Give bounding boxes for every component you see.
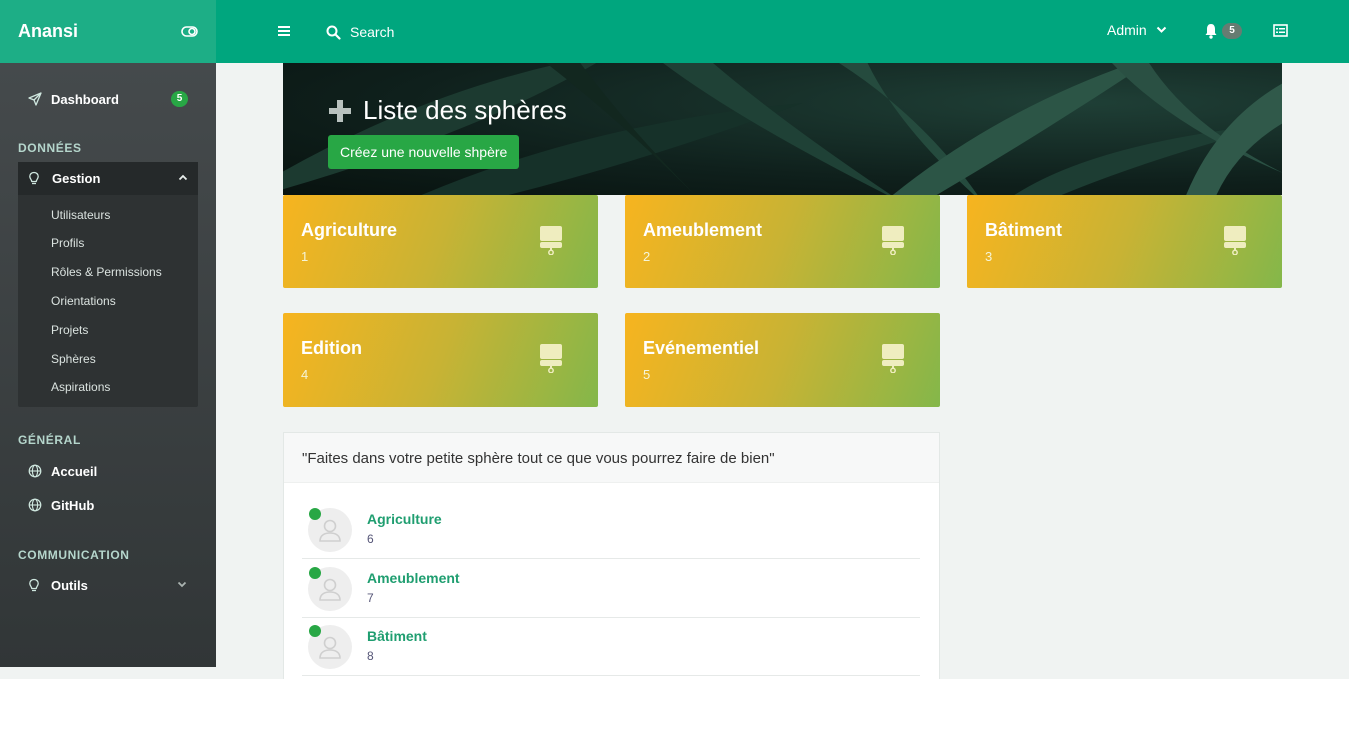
drive-icon (540, 344, 562, 373)
lightbulb-icon (29, 578, 39, 591)
page-banner: Liste des sphères Créez une nouvelle shp… (283, 63, 1282, 195)
chevron-up-icon (178, 174, 188, 181)
search-label: Search (350, 24, 395, 40)
section-heading-general: GÉNÉRAL (18, 433, 81, 447)
create-sphere-button[interactable]: Créez une nouvelle shpère (328, 135, 520, 169)
user-menu[interactable]: Admin (1107, 22, 1167, 38)
panel-header: "Faites dans votre petite sphère tout ce… (284, 433, 939, 483)
sphere-card[interactable]: Edition 4 (283, 313, 598, 407)
card-title: Bâtiment (985, 220, 1063, 240)
panel-quote: "Faites dans votre petite sphère tout ce… (302, 450, 775, 467)
sphere-card[interactable]: Bâtiment 3 (967, 195, 1282, 288)
online-status-dot (309, 625, 321, 637)
user-name: Admin (1107, 22, 1147, 38)
globe-icon (28, 498, 42, 512)
notification-badge: 5 (1222, 23, 1242, 39)
sphere-card[interactable]: Evénementiel 5 (625, 313, 940, 407)
page-title-text: Liste des sphères (363, 95, 567, 125)
sidebar-item-accueil[interactable]: Accueil (28, 461, 198, 481)
brand-area: Anansi (0, 0, 216, 63)
dashboard-badge: 5 (171, 91, 188, 107)
card-title: Edition (301, 338, 362, 358)
sidebar-item-github[interactable]: GitHub (28, 495, 198, 515)
chevron-down-icon (1156, 26, 1166, 33)
sidebar-item-label: Outils (51, 577, 88, 593)
sidebar-item-label: Accueil (51, 463, 98, 479)
list-icon[interactable] (1273, 24, 1288, 37)
search-button[interactable]: Search (326, 21, 394, 43)
user-icon (319, 578, 341, 601)
list-item-count: 8 (367, 649, 374, 663)
sidebar-subitem-projets[interactable]: Projets (51, 323, 88, 337)
card-count: 5 (643, 367, 651, 382)
card-title: Evénementiel (643, 338, 760, 358)
list-item[interactable]: Bâtiment 8 (302, 618, 920, 676)
user-icon (319, 519, 341, 542)
sidebar-item-outils[interactable]: Outils (28, 575, 198, 595)
online-status-dot (309, 567, 321, 579)
chevron-down-icon (177, 581, 187, 588)
notifications-button[interactable]: 5 (1204, 23, 1242, 39)
lightbulb-icon (29, 171, 39, 185)
globe-icon (28, 464, 42, 478)
bell-icon (1205, 24, 1217, 39)
list-item[interactable]: Ameublement 7 (302, 560, 920, 618)
drive-icon (1224, 226, 1246, 255)
leaves-background (283, 63, 1282, 195)
card-count: 2 (643, 249, 651, 264)
list-item-name[interactable]: Agriculture (367, 511, 442, 527)
online-status-dot (309, 508, 321, 520)
search-icon (326, 25, 341, 40)
drive-icon (882, 344, 904, 373)
list-item-name[interactable]: Ameublement (367, 570, 460, 586)
list-item-count: 6 (367, 532, 374, 546)
sidebar-item-label: GitHub (51, 497, 95, 513)
sidebar-item-dashboard[interactable]: Dashboard 5 (28, 89, 188, 109)
plus-icon (329, 99, 351, 122)
sidebar-subitem-utilisateurs[interactable]: Utilisateurs (51, 208, 110, 222)
drive-icon (882, 226, 904, 255)
app-window: Anansi Search Admin 5 Dashboard 5 DONNÉE… (0, 0, 1349, 679)
sphere-card[interactable]: Agriculture 1 (283, 195, 598, 288)
sidebar-subitem-roles[interactable]: Rôles & Permissions (51, 265, 162, 279)
card-count: 1 (301, 249, 309, 264)
sidebar-subitem-aspirations[interactable]: Aspirations (51, 380, 110, 394)
sidebar-subitem-orientations[interactable]: Orientations (51, 294, 116, 308)
sidebar-item-label: Dashboard (51, 91, 119, 107)
sidebar: Dashboard 5 DONNÉES Gestion Utilisateurs… (0, 63, 216, 667)
user-icon (319, 636, 341, 659)
sidebar-item-gestion[interactable]: Gestion (18, 162, 198, 195)
toggle-icon[interactable] (181, 26, 198, 37)
section-heading-communication: COMMUNICATION (18, 548, 130, 562)
list-item-count: 7 (367, 591, 374, 605)
paper-plane-icon (28, 92, 42, 106)
sphere-card[interactable]: Ameublement 2 (625, 195, 940, 288)
sidebar-subitem-spheres[interactable]: Sphères (51, 352, 96, 366)
section-heading-donnees: DONNÉES (18, 141, 82, 155)
sphere-list-panel: "Faites dans votre petite sphère tout ce… (283, 432, 940, 679)
sidebar-item-label: Gestion (52, 171, 101, 186)
sidebar-subitem-profils[interactable]: Profils (51, 236, 84, 250)
list-item-name[interactable]: Bâtiment (367, 628, 427, 644)
drive-icon (540, 226, 562, 255)
list-item[interactable]: Agriculture 6 (302, 501, 920, 559)
card-title: Agriculture (301, 220, 398, 240)
brand-name[interactable]: Anansi (18, 21, 78, 42)
page-title: Liste des sphères (328, 95, 567, 126)
card-count: 4 (301, 367, 309, 382)
menu-icon[interactable] (276, 24, 292, 38)
gestion-submenu: Gestion Utilisateurs Profils Rôles & Per… (18, 162, 198, 407)
card-title: Ameublement (643, 220, 763, 240)
top-navbar: Anansi Search Admin 5 (0, 0, 1349, 63)
card-count: 3 (985, 249, 993, 264)
